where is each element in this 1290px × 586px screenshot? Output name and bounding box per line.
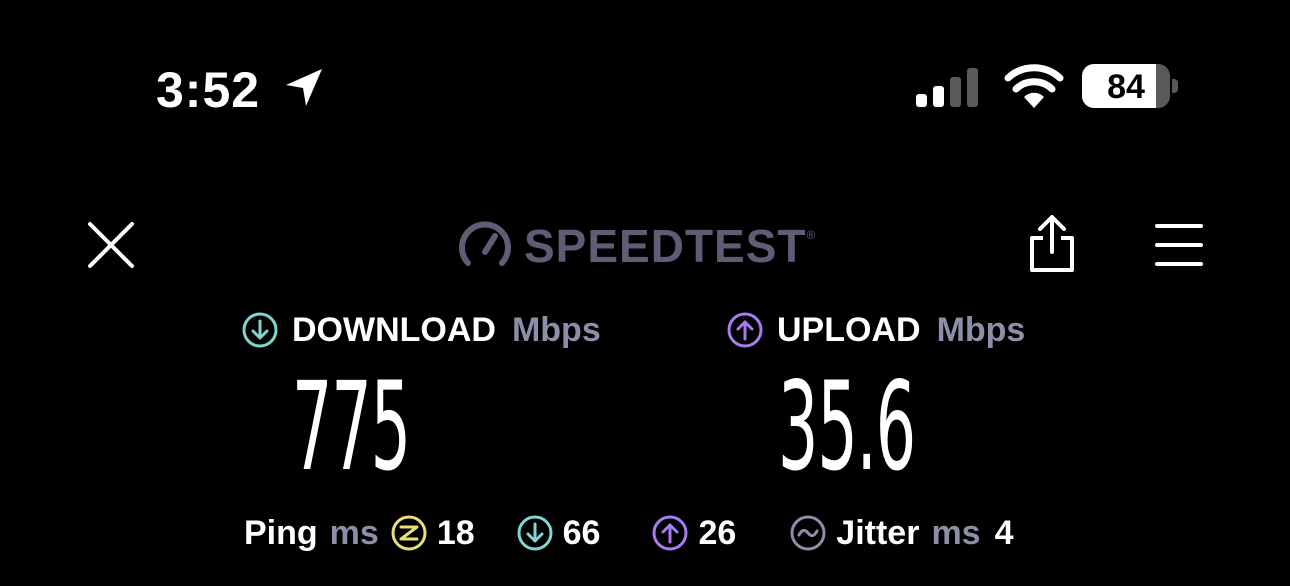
download-ping-icon [517,515,553,551]
status-time: 3:52 [156,62,261,118]
upload-ping-icon [652,515,688,551]
location-arrow-icon [286,69,322,106]
close-icon[interactable] [86,220,136,270]
wifi-icon [1004,64,1064,108]
hamburger-menu-icon[interactable] [1154,222,1204,268]
ping-jitter-row: Ping ms 18 66 26 Jitter ms 4 [244,510,1014,556]
idle-ping-icon [391,515,427,551]
battery-level: 84 [1107,68,1145,106]
jitter-icon [790,515,826,551]
speedtest-logo: SPEEDTEST ® [458,218,815,274]
upload-label: UPLOAD [777,310,921,349]
download-speed-value: 775 [292,356,411,498]
upload-header: UPLOAD Mbps [727,308,1025,352]
battery-icon: 84 [1082,64,1178,110]
cellular-signal-icon [916,68,978,107]
logo-text: SPEEDTEST [524,220,807,272]
download-unit: Mbps [511,310,601,349]
upload-unit: Mbps [936,310,1026,349]
idle-ping-value: 18 [436,513,475,552]
upload-arrow-icon [727,312,763,348]
download-header: DOWNLOAD Mbps [242,308,601,352]
ping-unit: ms [329,513,379,552]
download-label: DOWNLOAD [292,310,496,349]
speedometer-icon [459,221,511,266]
jitter-value: 4 [994,513,1014,552]
logo-registered-mark: ® [806,228,816,242]
jitter-unit: ms [931,513,981,552]
jitter-label: Jitter [836,513,920,552]
battery-cap [1172,79,1178,93]
upload-ping-value: 26 [698,513,737,552]
ping-label: Ping [244,513,318,552]
upload-speed-value: 35.6 [778,356,916,498]
download-arrow-icon [242,312,278,348]
download-ping-value: 66 [562,513,601,552]
share-icon[interactable] [1026,214,1078,274]
